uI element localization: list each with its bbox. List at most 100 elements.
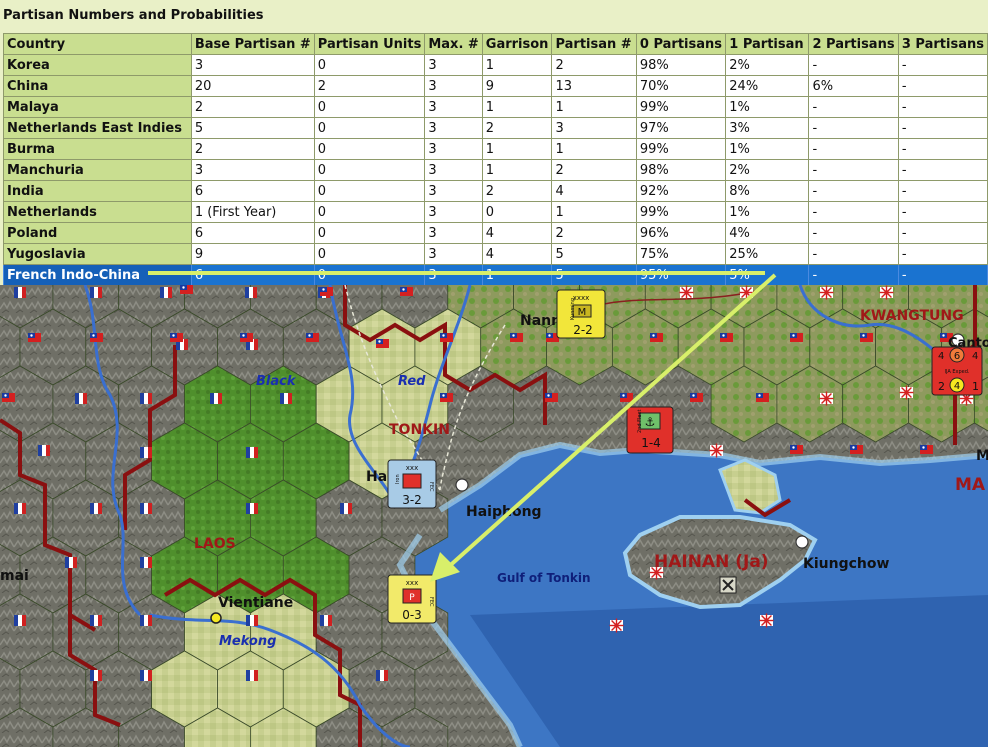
french-flag-icon [160, 287, 172, 298]
chinese-flag-icon [545, 393, 558, 402]
table-row[interactable]: Korea 3 0 3 1 2 98% 2% - - [3, 54, 988, 76]
table-cell: - [897, 243, 988, 265]
column-header-3-partisans[interactable]: 3 Partisans [897, 33, 988, 55]
chinese-flag-icon [790, 333, 803, 342]
table-cell: 3 [190, 54, 315, 76]
french-flag-icon [90, 615, 102, 626]
chinese-flag-icon [720, 333, 733, 342]
table-cell: 3 [424, 180, 483, 202]
unit-counter-coast[interactable]: xxx P FEC 0-3 [387, 574, 437, 624]
unit-strength-br: 1 [972, 380, 979, 393]
table-cell: 6 [190, 222, 315, 244]
table-row[interactable]: India 6 0 3 2 4 92% 8% - - [3, 180, 988, 202]
table-cell: 3 [424, 96, 483, 118]
table-row[interactable]: China 20 2 3 9 13 70% 24% 6% - [3, 75, 988, 97]
table-cell: 2 [551, 222, 637, 244]
table-cell: 0 [313, 201, 426, 223]
label-hanoi: Ha [366, 469, 387, 485]
unit-tag: FEC [428, 482, 434, 492]
table-cell: - [808, 138, 899, 160]
table-cell: 0 [313, 117, 426, 139]
map-canvas[interactable]: Black Red TONKIN LAOS KWANGTUNG Nann Ha … [0, 285, 988, 747]
table-cell: 1 [551, 138, 637, 160]
column-header-base-partisan[interactable]: Base Partisan # [190, 33, 315, 55]
japanese-flag-icon [739, 285, 754, 300]
label-m-edge: M [976, 448, 988, 464]
table-cell: 4 [551, 180, 637, 202]
table-cell: - [897, 117, 988, 139]
game-map[interactable]: Black Red TONKIN LAOS KWANGTUNG Nann Ha … [0, 285, 988, 747]
country-cell: Korea [3, 54, 192, 76]
chinese-flag-icon [440, 393, 453, 402]
table-cell: 5% [725, 264, 810, 286]
table-row[interactable]: Netherlands East Indies 5 0 3 2 3 97% 3% - - [3, 117, 988, 139]
table-cell: 5 [190, 117, 315, 139]
chinese-flag-icon [180, 285, 193, 294]
french-flag-icon [140, 615, 152, 626]
table-cell: 1 [481, 264, 553, 286]
table-row[interactable]: Yugoslavia 9 0 3 4 5 75% 25% - - [3, 243, 988, 265]
table-cell: 1 [481, 138, 553, 160]
table-cell: 0 [313, 180, 426, 202]
unit-strength-tr: 4 [972, 351, 978, 362]
table-cell: 3 [424, 75, 483, 97]
table-header-row: Country Base Partisan # Partisan Units M… [3, 33, 988, 55]
table-cell: 4 [481, 222, 553, 244]
table-row[interactable]: Poland 6 0 3 4 2 96% 4% - - [3, 222, 988, 244]
country-cell: Manchuria [3, 159, 192, 181]
table-cell: 1 [551, 96, 637, 118]
chinese-flag-icon [170, 333, 183, 342]
table-row[interactable]: Burma 2 0 3 1 1 99% 1% - - [3, 138, 988, 160]
table-row[interactable]: Manchuria 3 0 3 1 2 98% 2% - - [3, 159, 988, 181]
table-cell: 6 [190, 264, 315, 286]
french-flag-icon [246, 447, 258, 458]
column-header-partisan-units[interactable]: Partisan Units [313, 33, 426, 55]
label-tonkin: TONKIN [389, 422, 450, 438]
label-kwangtung: KWANGTUNG [860, 308, 964, 324]
french-flag-icon [140, 670, 152, 681]
table-cell: 0 [313, 96, 426, 118]
table-cell: 1 [481, 159, 553, 181]
chinese-flag-icon [306, 333, 319, 342]
table-cell: 3 [424, 222, 483, 244]
unit-name: IJA Exped. [944, 369, 969, 375]
table-cell: 98% [635, 54, 727, 76]
table-cell: 6 [190, 180, 315, 202]
unit-counter-nanning[interactable]: xxxx M Kunming 2-2 [556, 289, 606, 339]
table-cell: 3 [424, 159, 483, 181]
unit-tag: FEC [428, 597, 434, 607]
column-header-partisan-num[interactable]: Partisan # [551, 33, 637, 55]
chinese-flag-icon [440, 333, 453, 342]
table-cell: 2% [725, 159, 810, 181]
table-cell: 99% [635, 96, 727, 118]
table-cell: - [897, 180, 988, 202]
unit-side: 2nd Fleet [637, 409, 643, 433]
column-header-country[interactable]: Country [3, 33, 192, 55]
unit-counter-naval[interactable]: ⚓ 2nd Fleet 1-4 [626, 406, 674, 454]
unit-counter-canton[interactable]: 4 6 4 IJA Exped. 2 4 1 [931, 346, 983, 396]
table-cell: 5 [551, 264, 637, 286]
table-cell: - [897, 138, 988, 160]
unit-strength-tm: 6 [954, 351, 960, 362]
french-flag-icon [75, 393, 87, 404]
column-header-0-partisans[interactable]: 0 Partisans [635, 33, 727, 55]
french-flag-icon [280, 393, 292, 404]
table-cell: 4 [481, 243, 553, 265]
table-cell: 1 [551, 201, 637, 223]
column-header-garrison[interactable]: Garrison [481, 33, 553, 55]
french-flag-icon [65, 557, 77, 568]
unit-counter-hanoi[interactable]: xxx FEC Iron 3-2 [387, 459, 437, 509]
label-vientiane: Vientiane [218, 595, 293, 611]
column-header-2-partisans[interactable]: 2 Partisans [808, 33, 899, 55]
deep-sea [470, 595, 988, 747]
table-row[interactable]: Netherlands 1 (First Year) 0 3 0 1 99% 1% - - [3, 201, 988, 223]
table-cell: - [897, 54, 988, 76]
table-row[interactable]: French Indo-China 6 0 3 1 5 95% 5% - - [3, 264, 988, 286]
japanese-flag-icon [759, 613, 774, 628]
airfield-icon [719, 576, 737, 594]
table-cell: 96% [635, 222, 727, 244]
column-header-max[interactable]: Max. # [424, 33, 483, 55]
chinese-flag-icon [650, 333, 663, 342]
column-header-1-partisan[interactable]: 1 Partisan [725, 33, 810, 55]
table-row[interactable]: Malaya 2 0 3 1 1 99% 1% - - [3, 96, 988, 118]
